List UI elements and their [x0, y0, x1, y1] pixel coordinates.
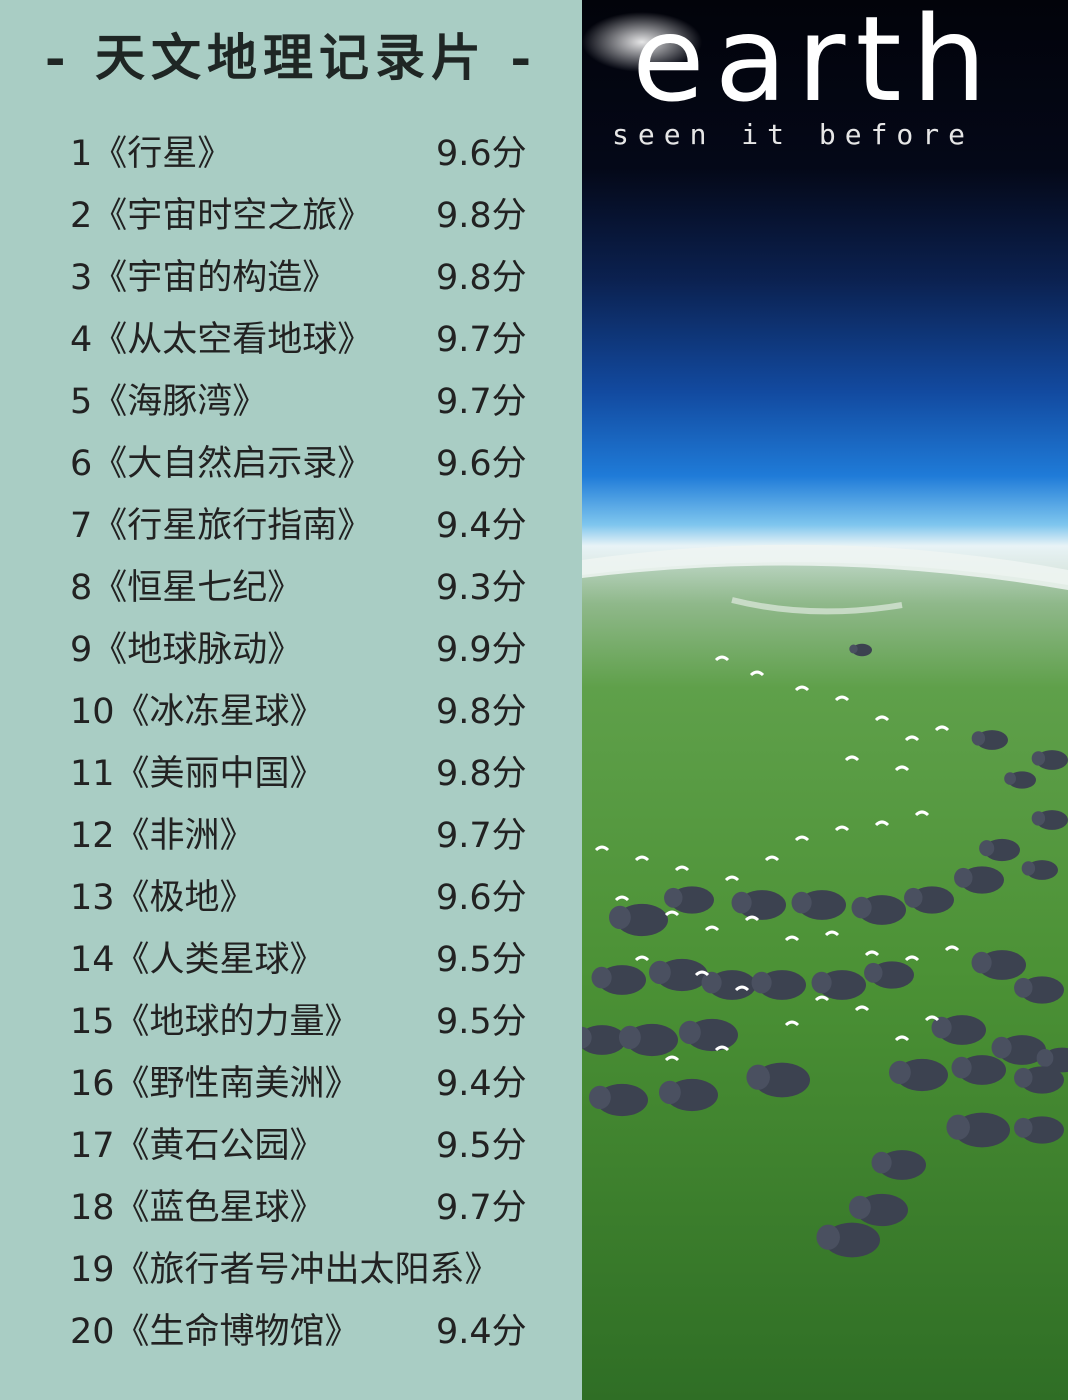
list-item: 13《极地》 9.6分 — [70, 867, 540, 929]
documentary-title: 《生命博物馆》 — [114, 1312, 360, 1352]
rank-number: 7 — [70, 506, 93, 546]
list-item: 14《人类星球》 9.5分 — [70, 929, 540, 991]
list-panel: - 天文地理记录片 - 1《行星》 9.6分 2《宇宙时空之旅》 9.8分 3《宇宙的构… — [0, 0, 582, 1400]
list-item: 7《行星旅行指南》 9.4分 — [70, 495, 540, 557]
rating-score: 9.6分 — [436, 134, 527, 174]
rating-score: 9.7分 — [436, 382, 527, 422]
documentary-list: 1《行星》 9.6分 2《宇宙时空之旅》 9.8分 3《宇宙的构造》 9.8分 4《从太空看… — [70, 123, 540, 1363]
list-item: 2《宇宙时空之旅》 9.8分 — [70, 185, 540, 247]
documentary-title: 《大自然启示录》 — [92, 444, 373, 484]
documentary-title: 《地球脉动》 — [92, 630, 303, 670]
documentary-title: 《宇宙的构造》 — [92, 258, 338, 298]
rating-score: 9.8分 — [436, 692, 527, 732]
rating-score: 9.8分 — [436, 258, 527, 298]
documentary-title: 《非洲》 — [114, 816, 255, 856]
list-item: 8《恒星七纪》 9.3分 — [70, 557, 540, 619]
list-item: 18《蓝色星球》 9.7分 — [70, 1177, 540, 1239]
rank-number: 14 — [70, 940, 115, 980]
rating-score: 9.4分 — [436, 1064, 527, 1104]
rank-number: 9 — [70, 630, 93, 670]
rating-score: 9.7分 — [436, 816, 527, 856]
rank-number: 13 — [70, 878, 115, 918]
rating-score: 9.6分 — [436, 878, 527, 918]
documentary-title: 《宇宙时空之旅》 — [92, 196, 373, 236]
poster-tagline: seen it before — [612, 118, 975, 151]
list-item: 1《行星》 9.6分 — [70, 123, 540, 185]
rating-score: 9.7分 — [436, 1188, 527, 1228]
rank-number: 11 — [70, 754, 115, 794]
rating-score: 9.9分 — [436, 630, 527, 670]
documentary-title: 《行星旅行指南》 — [92, 506, 373, 546]
rating-score: 9.5分 — [436, 1126, 527, 1166]
documentary-title: 《从太空看地球》 — [92, 320, 373, 360]
documentary-title: 《人类星球》 — [114, 940, 325, 980]
page-title: - 天文地理记录片 - — [44, 28, 538, 87]
rating-score: 9.5分 — [436, 1002, 527, 1042]
rank-number: 3 — [70, 258, 93, 298]
list-item: 12《非洲》 9.7分 — [70, 805, 540, 867]
rank-number: 10 — [70, 692, 115, 732]
list-item: 6《大自然启示录》 9.6分 — [70, 433, 540, 495]
rank-number: 6 — [70, 444, 93, 484]
documentary-title: 《极地》 — [114, 878, 255, 918]
rating-score: 9.8分 — [436, 754, 527, 794]
rank-number: 4 — [70, 320, 93, 360]
list-item: 4《从太空看地球》 9.7分 — [70, 309, 540, 371]
documentary-title: 《蓝色星球》 — [114, 1188, 325, 1228]
rank-number: 5 — [70, 382, 93, 422]
list-item: 11《美丽中国》 9.8分 — [70, 743, 540, 805]
documentary-title: 《野性南美洲》 — [114, 1064, 360, 1104]
list-item: 17《黄石公园》 9.5分 — [70, 1115, 540, 1177]
rank-number: 12 — [70, 816, 115, 856]
documentary-title: 《恒星七纪》 — [92, 568, 303, 608]
rating-score: 9.8分 — [436, 196, 527, 236]
list-item: 9《地球脉动》 9.9分 — [70, 619, 540, 681]
rank-number: 1 — [70, 134, 93, 174]
documentary-title: 《海豚湾》 — [92, 382, 268, 422]
documentary-title: 《黄石公园》 — [114, 1126, 325, 1166]
rank-number: 8 — [70, 568, 93, 608]
list-item: 19《旅行者号冲出太阳系》 — [70, 1239, 540, 1301]
documentary-title: 《地球的力量》 — [114, 1002, 360, 1042]
list-item: 15《地球的力量》 9.5分 — [70, 991, 540, 1053]
rating-score: 9.3分 — [436, 568, 527, 608]
rating-score: 9.5分 — [436, 940, 527, 980]
documentary-title: 《冰冻星球》 — [114, 692, 325, 732]
rank-number: 19 — [70, 1250, 115, 1290]
rank-number: 20 — [70, 1312, 115, 1352]
list-item: 5《海豚湾》 9.7分 — [70, 371, 540, 433]
documentary-title: 《美丽中国》 — [114, 754, 325, 794]
list-item: 10《冰冻星球》 9.8分 — [70, 681, 540, 743]
poster-brand: earth — [632, 0, 997, 128]
rank-number: 18 — [70, 1188, 115, 1228]
rank-number: 15 — [70, 1002, 115, 1042]
rating-score: 9.4分 — [436, 506, 527, 546]
list-item: 3《宇宙的构造》 9.8分 — [70, 247, 540, 309]
list-item: 16《野性南美洲》 9.4分 — [70, 1053, 540, 1115]
rank-number: 16 — [70, 1064, 115, 1104]
rank-number: 2 — [70, 196, 93, 236]
list-item: 20《生命博物馆》 9.4分 — [70, 1301, 540, 1363]
rating-score: 9.7分 — [436, 320, 527, 360]
rating-score: 9.4分 — [436, 1312, 527, 1352]
documentary-title: 《行星》 — [92, 134, 233, 174]
earth-poster — [582, 0, 1068, 1400]
rank-number: 17 — [70, 1126, 115, 1166]
rating-score: 9.6分 — [436, 444, 527, 484]
documentary-title: 《旅行者号冲出太阳系》 — [114, 1250, 500, 1290]
poster-image — [582, 0, 1068, 1400]
